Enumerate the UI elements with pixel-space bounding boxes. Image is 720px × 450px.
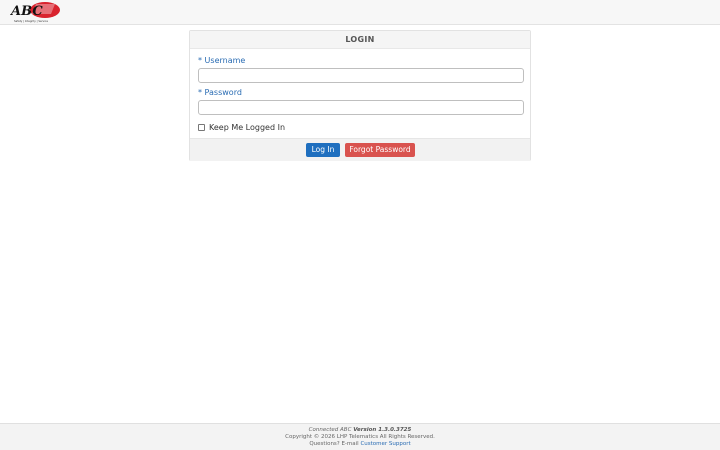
customer-support-link[interactable]: Customer Support xyxy=(360,441,410,447)
required-marker: * xyxy=(198,56,202,65)
support-line: Questions? E-mail Customer Support xyxy=(0,441,720,448)
login-panel: LOGIN * Username * Password Keep Me Logg… xyxy=(189,30,531,161)
password-input[interactable] xyxy=(198,100,524,115)
version-line: Connected ABC Version 1.3.0.3725 xyxy=(0,427,720,434)
username-label: * Username xyxy=(198,56,245,65)
svg-text:Safety | Integrity | Service: Safety | Integrity | Service xyxy=(14,19,48,23)
remember-me[interactable]: Keep Me Logged In xyxy=(198,122,285,132)
required-marker: * xyxy=(198,88,202,97)
top-bar: ABC Safety | Integrity | Service xyxy=(0,0,720,25)
login-actions: Log In Forgot Password xyxy=(190,138,530,161)
product-brand: ABC xyxy=(340,427,352,433)
password-label: * Password xyxy=(198,88,242,97)
questions-text: Questions? E-mail xyxy=(309,441,361,447)
copyright-text: Copyright © 2026 LHP Telematics All Righ… xyxy=(285,434,435,440)
product-prefix: Connected xyxy=(308,427,341,433)
abc-logo[interactable]: ABC Safety | Integrity | Service xyxy=(9,1,63,25)
log-in-button[interactable]: Log In xyxy=(306,143,340,157)
page-footer: Connected ABC Version 1.3.0.3725 Copyrig… xyxy=(0,423,720,450)
password-label-text: Password xyxy=(204,88,242,97)
username-input[interactable] xyxy=(198,68,524,83)
username-label-text: Username xyxy=(204,56,246,65)
login-title: LOGIN xyxy=(190,31,530,49)
svg-text:ABC: ABC xyxy=(9,4,43,19)
version-text: Version 1.3.0.3725 xyxy=(353,427,412,433)
remember-label[interactable]: Keep Me Logged In xyxy=(209,123,285,132)
forgot-password-button[interactable]: Forgot Password xyxy=(345,143,415,157)
remember-checkbox[interactable] xyxy=(198,123,205,131)
